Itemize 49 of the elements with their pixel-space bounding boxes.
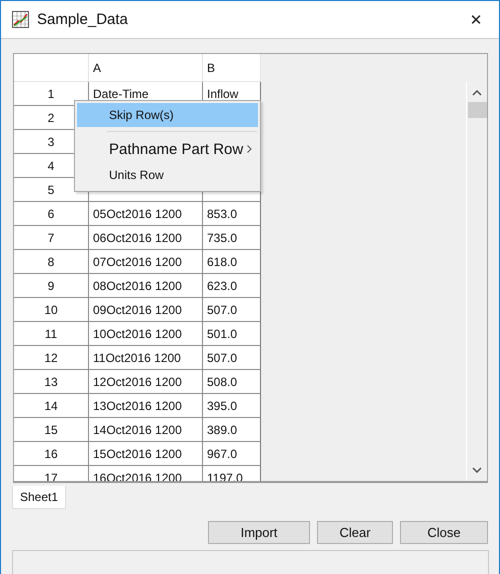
table-cell: 618.0: [203, 250, 261, 274]
table-cell: 08Oct2016 1200: [89, 274, 203, 298]
table-cell: 508.0: [203, 370, 261, 394]
table-cell: 12Oct2016 1200: [89, 370, 203, 394]
table-cell: 853.0: [203, 202, 261, 226]
scrollbar-thumb[interactable]: [468, 102, 486, 118]
column-header[interactable]: B: [203, 54, 261, 82]
table-cell: 395.0: [203, 394, 261, 418]
table-cell: 389.0: [203, 418, 261, 442]
row-header[interactable]: 11: [14, 322, 89, 346]
table-cell: 11Oct2016 1200: [89, 346, 203, 370]
row-header[interactable]: 7: [14, 226, 89, 250]
row-header[interactable]: 1: [14, 82, 89, 106]
table-cell: 05Oct2016 1200: [89, 202, 203, 226]
menu-item[interactable]: Skip Row(s): [77, 103, 258, 127]
table-cell: 14Oct2016 1200: [89, 418, 203, 442]
row-header[interactable]: 10: [14, 298, 89, 322]
row-header[interactable]: 15: [14, 418, 89, 442]
row-header[interactable]: 8: [14, 250, 89, 274]
row-header[interactable]: 12: [14, 346, 89, 370]
column-header[interactable]: A: [89, 54, 203, 82]
table-cell: 735.0: [203, 226, 261, 250]
table-cell: 07Oct2016 1200: [89, 250, 203, 274]
row-header[interactable]: 16: [14, 442, 89, 466]
row-header[interactable]: 13: [14, 370, 89, 394]
dialog-button[interactable]: Import: [208, 521, 310, 544]
row-header[interactable]: 9: [14, 274, 89, 298]
chart-icon: [12, 11, 29, 28]
vertical-scrollbar[interactable]: [466, 82, 487, 481]
table-cell: 13Oct2016 1200: [89, 394, 203, 418]
table-cell: 501.0: [203, 322, 261, 346]
window-title: Sample_Data: [37, 11, 129, 28]
table-cell: 507.0: [203, 346, 261, 370]
close-button[interactable]: ✕: [453, 1, 499, 38]
row-header[interactable]: 14: [14, 394, 89, 418]
chevron-down-icon[interactable]: [472, 467, 482, 473]
dialog-button[interactable]: Clear: [317, 521, 393, 544]
chevron-up-icon[interactable]: [472, 90, 482, 96]
table-cell: 15Oct2016 1200: [89, 442, 203, 466]
table-cell: 623.0: [203, 274, 261, 298]
table-cell: 507.0: [203, 298, 261, 322]
table-cell: 10Oct2016 1200: [89, 322, 203, 346]
row-header[interactable]: 6: [14, 202, 89, 226]
chevron-right-icon: [247, 145, 252, 153]
table-cell: 06Oct2016 1200: [89, 226, 203, 250]
sheet-tab[interactable]: Sheet1: [12, 486, 66, 509]
table-cell: 09Oct2016 1200: [89, 298, 203, 322]
table-cell: 967.0: [203, 442, 261, 466]
dialog-button[interactable]: Close: [400, 521, 488, 544]
